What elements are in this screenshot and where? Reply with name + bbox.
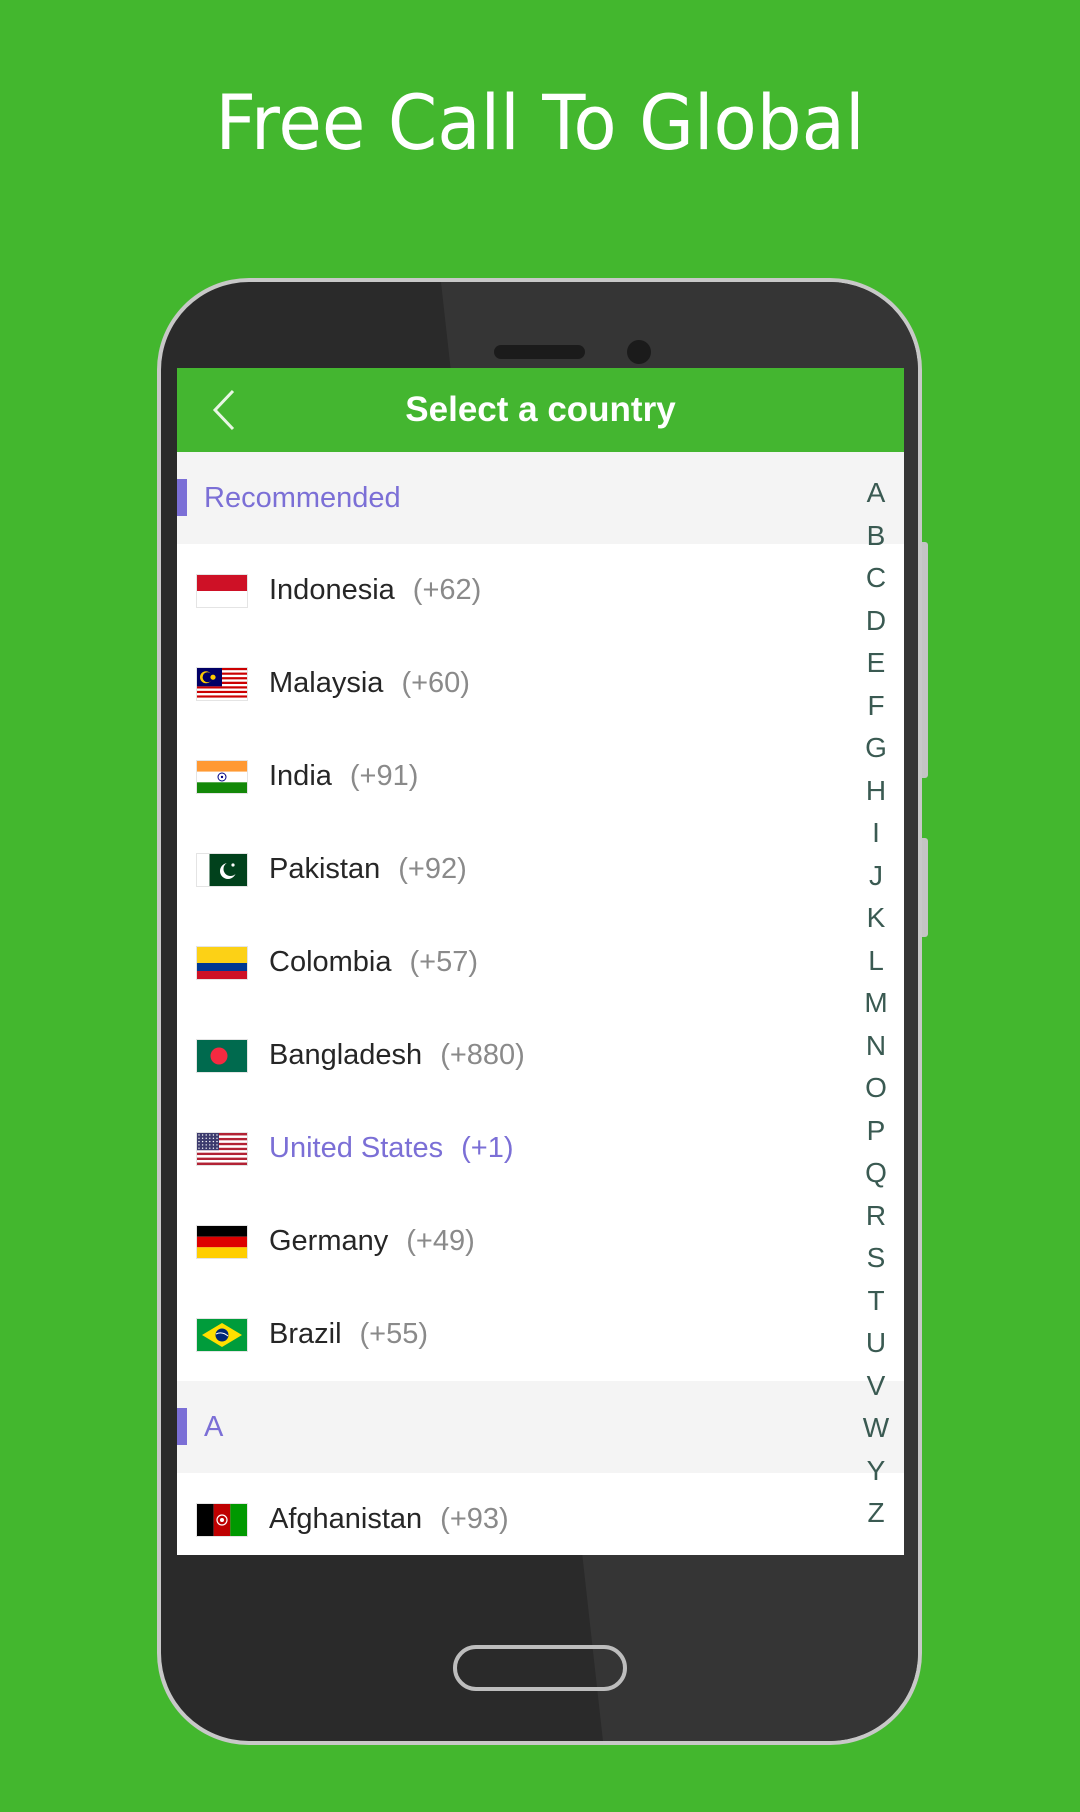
- flag-brazil-icon: [197, 1319, 247, 1351]
- country-name: Colombia: [269, 946, 392, 978]
- index-letter[interactable]: H: [866, 770, 886, 813]
- country-dial-code: (+1): [461, 1132, 514, 1164]
- index-letter[interactable]: N: [866, 1025, 886, 1068]
- country-dial-code: (+62): [412, 574, 482, 606]
- country-name: Pakistan: [269, 853, 381, 885]
- alphabet-index[interactable]: ABCDEFGHIJKLMNOPQRSTUVWYZ: [848, 472, 904, 1535]
- index-letter[interactable]: T: [867, 1280, 884, 1323]
- country-row[interactable]: Pakistan (+92): [177, 823, 904, 916]
- flag-bangladesh-icon: [197, 1040, 247, 1072]
- index-letter[interactable]: Y: [867, 1450, 886, 1493]
- country-dial-code: (+880): [440, 1039, 525, 1071]
- promo-title: Free Call To Global: [215, 78, 865, 167]
- country-name: Malaysia: [269, 667, 384, 699]
- country-row[interactable]: India (+91): [177, 730, 904, 823]
- flag-germany-icon: [197, 1226, 247, 1258]
- index-letter[interactable]: W: [863, 1407, 889, 1450]
- country-dial-code: (+60): [401, 667, 470, 699]
- country-label: United States (+1): [269, 1102, 514, 1195]
- section-label: Recommended: [204, 482, 401, 514]
- app-screen: Select a country Recommended Indonesia (+6…: [177, 368, 904, 1555]
- section-header: A: [177, 1381, 904, 1473]
- country-row[interactable]: Indonesia (+62): [177, 544, 904, 637]
- country-row[interactable]: Brazil (+55): [177, 1288, 904, 1381]
- country-name: Brazil: [269, 1318, 342, 1350]
- country-row[interactable]: Colombia (+57): [177, 916, 904, 1009]
- country-dial-code: (+92): [398, 853, 467, 885]
- section-label: A: [204, 1411, 224, 1443]
- country-row[interactable]: Malaysia (+60): [177, 637, 904, 730]
- index-letter[interactable]: L: [868, 940, 884, 983]
- country-name: United States: [269, 1132, 444, 1164]
- section-accent-bar: [177, 1408, 187, 1445]
- country-label: India (+91): [269, 730, 418, 823]
- country-row[interactable]: United States (+1): [177, 1102, 904, 1195]
- country-label: Bangladesh (+880): [269, 1009, 525, 1102]
- back-button[interactable]: [207, 388, 247, 432]
- country-label: Malaysia (+60): [269, 637, 470, 730]
- country-row[interactable]: Bangladesh (+880): [177, 1009, 904, 1102]
- country-name: Germany: [269, 1225, 389, 1257]
- index-letter[interactable]: J: [869, 855, 883, 898]
- country-label: Colombia (+57): [269, 916, 478, 1009]
- index-letter[interactable]: B: [867, 515, 886, 558]
- flag-colombia-icon: [197, 947, 247, 979]
- index-letter[interactable]: E: [867, 642, 886, 685]
- index-letter[interactable]: K: [867, 897, 886, 940]
- country-label: Afghanistan (+93): [269, 1473, 509, 1555]
- index-letter[interactable]: U: [866, 1322, 886, 1365]
- index-letter[interactable]: Z: [867, 1492, 884, 1535]
- index-letter[interactable]: Q: [865, 1152, 887, 1195]
- flag-malaysia-icon: [197, 668, 247, 700]
- country-label: Pakistan (+92): [269, 823, 467, 916]
- country-dial-code: (+93): [440, 1503, 509, 1535]
- country-label: Brazil (+55): [269, 1288, 428, 1381]
- flag-indonesia-icon: [197, 575, 247, 607]
- country-name: India: [269, 760, 332, 792]
- section-accent-bar: [177, 479, 187, 516]
- home-button: [453, 1645, 627, 1691]
- country-list[interactable]: Recommended Indonesia (+62) Malaysia (+60) In…: [177, 452, 904, 1555]
- page-title: Select a country: [405, 390, 676, 429]
- app-header: Select a country: [177, 368, 904, 452]
- country-label: Germany (+49): [269, 1195, 475, 1288]
- index-letter[interactable]: V: [867, 1365, 886, 1408]
- index-letter[interactable]: A: [867, 472, 886, 515]
- country-name: Afghanistan: [269, 1503, 423, 1535]
- index-letter[interactable]: O: [865, 1067, 887, 1110]
- country-name: Bangladesh: [269, 1039, 423, 1071]
- index-letter[interactable]: I: [872, 812, 880, 855]
- index-letter[interactable]: P: [867, 1110, 886, 1153]
- index-letter[interactable]: R: [866, 1195, 886, 1238]
- section-header: Recommended: [177, 452, 904, 544]
- index-letter[interactable]: D: [866, 600, 886, 643]
- country-name: Indonesia: [269, 574, 395, 606]
- country-row[interactable]: Germany (+49): [177, 1195, 904, 1288]
- flag-united-states-icon: [197, 1133, 247, 1165]
- index-letter[interactable]: G: [865, 727, 887, 770]
- index-letter[interactable]: S: [867, 1237, 886, 1280]
- index-letter[interactable]: C: [866, 557, 886, 600]
- country-row[interactable]: Afghanistan (+93): [177, 1473, 904, 1555]
- chevron-left-icon: [212, 389, 235, 431]
- flag-pakistan-icon: [197, 854, 247, 886]
- flag-afghanistan-icon: [197, 1504, 247, 1536]
- phone-camera: [627, 340, 651, 364]
- country-label: Indonesia (+62): [269, 544, 481, 637]
- country-dial-code: (+91): [349, 760, 419, 792]
- index-letter[interactable]: M: [864, 982, 887, 1025]
- country-dial-code: (+57): [409, 946, 479, 978]
- country-dial-code: (+55): [359, 1318, 429, 1350]
- index-letter[interactable]: F: [867, 685, 884, 728]
- flag-india-icon: [197, 761, 247, 793]
- phone-speaker: [494, 345, 585, 359]
- country-dial-code: (+49): [406, 1225, 475, 1257]
